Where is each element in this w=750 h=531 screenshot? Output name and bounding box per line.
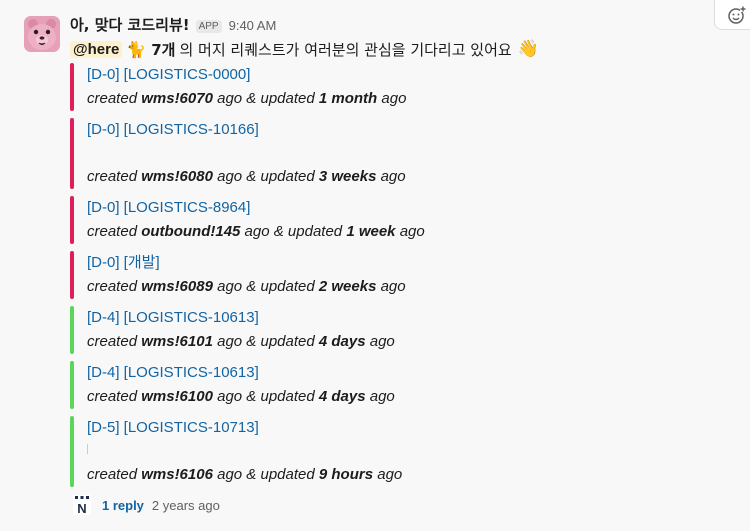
- add-reaction-button[interactable]: [714, 0, 750, 30]
- intro-text: 의 머지 리퀘스트가 여러분의 관심을 기다리고 있어요: [179, 40, 512, 59]
- merge-request-ref: wms!6106: [141, 466, 213, 483]
- message-header: 아, 맞다 코드리뷰! APP 9:40 AM: [70, 14, 276, 36]
- replier-avatar-letter: N: [77, 501, 86, 516]
- merge-request-ref: outbound!145: [141, 223, 241, 240]
- cat-emoji-icon: 🐈: [126, 39, 147, 59]
- list-item: [D-4] [LOGISTICS-10613] created wms!6100…: [70, 361, 730, 409]
- intro-line: @here 🐈 7개 의 머지 리퀘스트가 여러분의 관심을 기다리고 있어요 …: [70, 37, 539, 61]
- merge-request-link[interactable]: [D-0] [LOGISTICS-0000]: [87, 63, 730, 87]
- status-bar: [70, 251, 74, 299]
- meta-tail: ago: [377, 466, 403, 483]
- list-item: [D-4] [LOGISTICS-10613] created wms!6101…: [70, 306, 730, 354]
- updated-ago: 3 weeks: [318, 168, 377, 185]
- status-bar: [70, 416, 74, 487]
- meta-mid: ago & updated: [244, 223, 343, 240]
- updated-ago: 4 days: [318, 388, 366, 405]
- merge-request-ref: wms!6089: [141, 278, 213, 295]
- meta-tail: ago: [369, 333, 395, 350]
- merge-request-link[interactable]: [D-4] [LOGISTICS-10613]: [87, 361, 730, 385]
- meta-tail: ago: [369, 388, 395, 405]
- meta-mid: ago & updated: [217, 333, 315, 350]
- message-timestamp[interactable]: 9:40 AM: [229, 18, 277, 33]
- merge-request-link[interactable]: [D-4] [LOGISTICS-10613]: [87, 306, 730, 330]
- thread-summary[interactable]: N 1 reply 2 years ago: [70, 492, 220, 518]
- meta-tail: ago: [380, 278, 406, 295]
- merge-request-meta: created outbound!145 ago & updated 1 wee…: [87, 220, 730, 244]
- created-word: created: [87, 223, 138, 240]
- meta-mid: ago & updated: [217, 388, 315, 405]
- last-reply-time: 2 years ago: [151, 497, 220, 513]
- merge-request-list: [D-0] [LOGISTICS-0000] created wms!6070 …: [70, 63, 730, 487]
- merge-request-ref: wms!6100: [141, 388, 213, 405]
- status-bar: [70, 118, 74, 189]
- add-reaction-icon: [727, 5, 746, 24]
- created-word: created: [87, 90, 138, 107]
- replier-avatar-icon: N: [73, 495, 91, 516]
- merge-request-meta: created wms!6089 ago & updated 2 weeks a…: [87, 275, 730, 299]
- bot-name[interactable]: 아, 맞다 코드리뷰!: [70, 14, 190, 35]
- created-word: created: [87, 466, 138, 483]
- created-word: created: [87, 278, 138, 295]
- app-badge: APP: [195, 20, 222, 33]
- replier-avatar[interactable]: N: [70, 493, 94, 517]
- merge-request-link[interactable]: [D-5] [LOGISTICS-10713]: [87, 416, 730, 440]
- merge-request-link[interactable]: [D-0] [LOGISTICS-8964]: [87, 196, 730, 220]
- updated-ago: 2 weeks: [318, 278, 377, 295]
- updated-ago: 4 days: [318, 333, 366, 350]
- list-item: [D-0] [개발] created wms!6089 ago & update…: [70, 251, 730, 299]
- merge-request-link[interactable]: [D-0] [LOGISTICS-10166]: [87, 118, 730, 142]
- here-mention[interactable]: @here: [70, 40, 123, 58]
- merge-request-ref: wms!6070: [141, 90, 213, 107]
- created-word: created: [87, 168, 138, 185]
- bot-avatar-icon: [24, 16, 60, 52]
- created-word: created: [87, 388, 138, 405]
- updated-ago: 1 month: [318, 90, 378, 107]
- meta-mid: ago & updated: [217, 168, 315, 185]
- reply-count-link[interactable]: 1 reply: [102, 498, 144, 513]
- list-item: [D-0] [LOGISTICS-0000] created wms!6070 …: [70, 63, 730, 111]
- merge-request-meta: created wms!6070 ago & updated 1 month a…: [87, 87, 730, 111]
- meta-tail: ago: [381, 90, 407, 107]
- list-item: [D-5] [LOGISTICS-10713] created wms!6106…: [70, 416, 730, 487]
- meta-mid: ago & updated: [217, 278, 315, 295]
- merge-request-meta: created wms!6100 ago & updated 4 days ag…: [87, 385, 730, 409]
- merge-request-link[interactable]: [D-0] [개발]: [87, 251, 730, 275]
- merge-request-meta: created wms!6106 ago & updated 9 hours a…: [87, 463, 730, 487]
- list-item: [D-0] [LOGISTICS-10166] created wms!6080…: [70, 118, 730, 189]
- bot-avatar[interactable]: [24, 16, 60, 52]
- meta-tail: ago: [380, 168, 406, 185]
- merge-request-meta: created wms!6101 ago & updated 4 days ag…: [87, 330, 730, 354]
- merge-request-ref: wms!6101: [141, 333, 213, 350]
- merge-request-meta: created wms!6080 ago & updated 3 weeks a…: [87, 165, 730, 189]
- meta-tail: ago: [399, 223, 425, 240]
- empty-line-marker: [87, 444, 88, 454]
- blank-line: [87, 440, 730, 463]
- meta-mid: ago & updated: [217, 466, 315, 483]
- list-item: [D-0] [LOGISTICS-8964] created outbound!…: [70, 196, 730, 244]
- status-bar: [70, 306, 74, 354]
- message-container: 아, 맞다 코드리뷰! APP 9:40 AM @here 🐈 7개 의 머지 …: [0, 0, 750, 531]
- updated-ago: 9 hours: [318, 466, 374, 483]
- merge-request-count: 7개: [151, 40, 176, 59]
- meta-mid: ago & updated: [217, 90, 315, 107]
- status-bar: [70, 63, 74, 111]
- created-word: created: [87, 333, 138, 350]
- updated-ago: 1 week: [346, 223, 396, 240]
- status-bar: [70, 361, 74, 409]
- wave-emoji-icon: 👋: [517, 39, 539, 59]
- status-bar: [70, 196, 74, 244]
- merge-request-ref: wms!6080: [141, 168, 213, 185]
